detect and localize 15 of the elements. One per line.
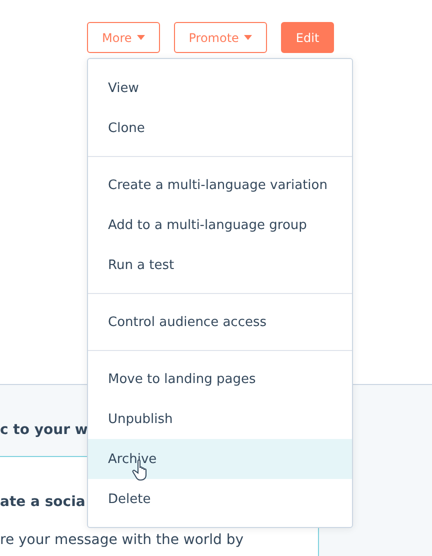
menu-item[interactable]: Archive [88,439,352,479]
caret-icon [136,35,145,40]
caret-icon [244,35,252,40]
menu-item[interactable]: View [88,68,352,108]
card-heading: ate a socia [0,494,86,510]
menu-item[interactable]: Clone [88,108,352,148]
menu-item[interactable]: Move to landing pages [88,359,352,399]
menu-item[interactable]: Add to a multi-language group [88,205,352,245]
section-heading: c to your w [0,422,88,438]
menu-item[interactable]: Control audience access [88,302,352,342]
menu-item[interactable]: Unpublish [88,399,352,439]
menu-item[interactable]: Create a multi-language variation [88,165,352,205]
card-text: re your message with the world by [0,532,244,548]
menu-item[interactable]: Run a test [88,245,352,285]
menu-item[interactable]: Delete [88,479,352,519]
